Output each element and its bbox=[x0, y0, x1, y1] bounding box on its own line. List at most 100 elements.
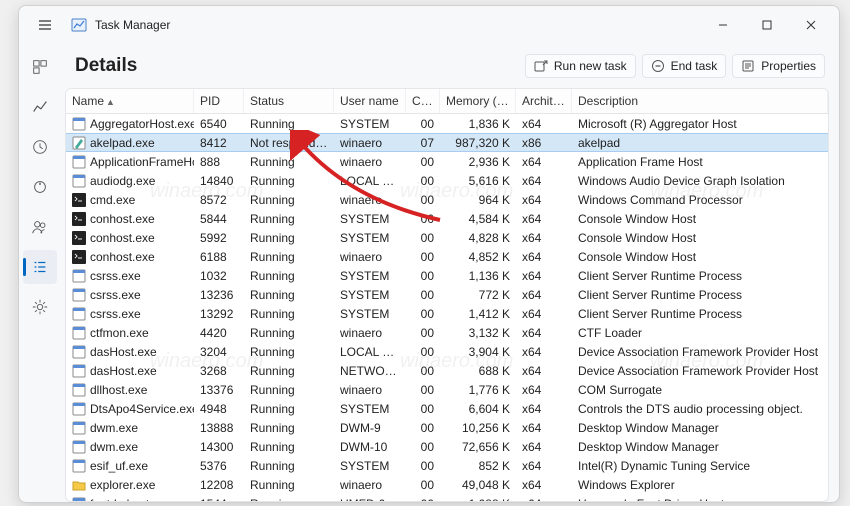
col-header-user[interactable]: User name bbox=[334, 89, 406, 113]
cell-description: Client Server Runtime Process bbox=[572, 287, 828, 303]
close-icon bbox=[805, 19, 817, 31]
cell-name: akelpad.exe bbox=[66, 135, 194, 151]
minimize-icon bbox=[717, 19, 729, 31]
sort-asc-icon: ▲ bbox=[106, 97, 115, 107]
cell-status: Running bbox=[244, 420, 334, 436]
cell-memory: 1,412 K bbox=[440, 306, 516, 322]
cell-description: Intel(R) Dynamic Tuning Service bbox=[572, 458, 828, 474]
cell-memory: 3,904 K bbox=[440, 344, 516, 360]
cell-memory: 72,656 K bbox=[440, 439, 516, 455]
col-header-status[interactable]: Status bbox=[244, 89, 334, 113]
table-row[interactable]: dasHost.exe3268RunningNETWORK...00688 Kx… bbox=[66, 361, 828, 380]
table-row[interactable]: dwm.exe14300RunningDWM-100072,656 Kx64De… bbox=[66, 437, 828, 456]
cell-arch: x64 bbox=[516, 306, 572, 322]
cell-cpu: 00 bbox=[406, 344, 440, 360]
col-header-name[interactable]: Name▲ bbox=[66, 89, 194, 113]
sidebar-performance[interactable] bbox=[23, 90, 57, 124]
cell-arch: x64 bbox=[516, 211, 572, 227]
cell-description: akelpad bbox=[572, 135, 828, 151]
cell-user: winaero bbox=[334, 382, 406, 398]
cell-status: Running bbox=[244, 249, 334, 265]
cell-description: Windows Command Processor bbox=[572, 192, 828, 208]
table-row[interactable]: cmd.exe8572Runningwinaero00964 Kx64Windo… bbox=[66, 190, 828, 209]
cell-name: csrss.exe bbox=[66, 306, 194, 322]
cell-memory: 772 K bbox=[440, 287, 516, 303]
cell-description: Desktop Window Manager bbox=[572, 420, 828, 436]
table-row[interactable]: AggregatorHost.exe6540RunningSYSTEM001,8… bbox=[66, 114, 828, 133]
cell-pid: 13236 bbox=[194, 287, 244, 303]
sidebar-startup[interactable] bbox=[23, 170, 57, 204]
table-row[interactable]: conhost.exe6188Runningwinaero004,852 Kx6… bbox=[66, 247, 828, 266]
cell-status: Running bbox=[244, 287, 334, 303]
cell-user: SYSTEM bbox=[334, 401, 406, 417]
table-row[interactable]: akelpad.exe8412Not respondingwinaero0798… bbox=[66, 133, 828, 152]
table-row[interactable]: DtsApo4Service.exe4948RunningSYSTEM006,6… bbox=[66, 399, 828, 418]
cell-pid: 14300 bbox=[194, 439, 244, 455]
cell-user: SYSTEM bbox=[334, 458, 406, 474]
cell-user: winaero bbox=[334, 192, 406, 208]
cell-user: SYSTEM bbox=[334, 287, 406, 303]
table-body[interactable]: AggregatorHost.exe6540RunningSYSTEM001,8… bbox=[66, 114, 828, 501]
sidebar-services[interactable] bbox=[23, 290, 57, 324]
end-task-button[interactable]: End task bbox=[642, 54, 727, 78]
cell-description: Device Association Framework Provider Ho… bbox=[572, 363, 828, 379]
table-row[interactable]: ctfmon.exe4420Runningwinaero003,132 Kx64… bbox=[66, 323, 828, 342]
hamburger-menu-button[interactable] bbox=[29, 9, 61, 41]
col-header-arch[interactable]: Archite... bbox=[516, 89, 572, 113]
cell-user: winaero bbox=[334, 154, 406, 170]
table-row[interactable]: audiodg.exe14840RunningLOCAL SE...005,61… bbox=[66, 171, 828, 190]
run-new-task-button[interactable]: Run new task bbox=[525, 54, 636, 78]
cell-name: ctfmon.exe bbox=[66, 325, 194, 341]
sidebar-processes[interactable] bbox=[23, 50, 57, 84]
maximize-button[interactable] bbox=[745, 9, 789, 41]
cell-description: Console Window Host bbox=[572, 249, 828, 265]
properties-button[interactable]: Properties bbox=[732, 54, 825, 78]
table-row[interactable]: csrss.exe13292RunningSYSTEM001,412 Kx64C… bbox=[66, 304, 828, 323]
table-row[interactable]: fontdrvhost.exe1544RunningUMFD-0001,088 … bbox=[66, 494, 828, 501]
sidebar-app-history[interactable] bbox=[23, 130, 57, 164]
cell-name: conhost.exe bbox=[66, 249, 194, 265]
cell-user: LOCAL SE... bbox=[334, 344, 406, 360]
cell-pid: 6540 bbox=[194, 116, 244, 132]
table-row[interactable]: dasHost.exe3204RunningLOCAL SE...003,904… bbox=[66, 342, 828, 361]
cell-status: Running bbox=[244, 382, 334, 398]
table-row[interactable]: csrss.exe13236RunningSYSTEM00772 Kx64Cli… bbox=[66, 285, 828, 304]
col-header-cpu[interactable]: CPU bbox=[406, 89, 440, 113]
table-row[interactable]: ApplicationFrameHo...888Runningwinaero00… bbox=[66, 152, 828, 171]
cell-cpu: 00 bbox=[406, 154, 440, 170]
close-button[interactable] bbox=[789, 9, 833, 41]
cell-pid: 13292 bbox=[194, 306, 244, 322]
page-title: Details bbox=[75, 55, 137, 77]
cell-name: dasHost.exe bbox=[66, 344, 194, 360]
cell-user: DWM-9 bbox=[334, 420, 406, 436]
cell-memory: 3,132 K bbox=[440, 325, 516, 341]
col-header-description[interactable]: Description bbox=[572, 89, 828, 113]
maximize-icon bbox=[761, 19, 773, 31]
cell-description: COM Surrogate bbox=[572, 382, 828, 398]
table-row[interactable]: conhost.exe5992RunningSYSTEM004,828 Kx64… bbox=[66, 228, 828, 247]
cell-name: dllhost.exe bbox=[66, 382, 194, 398]
details-icon bbox=[31, 258, 49, 276]
table-row[interactable]: esif_uf.exe5376RunningSYSTEM00852 Kx64In… bbox=[66, 456, 828, 475]
sidebar-users[interactable] bbox=[23, 210, 57, 244]
cell-name: esif_uf.exe bbox=[66, 458, 194, 474]
table-row[interactable]: conhost.exe5844RunningSYSTEM004,584 Kx64… bbox=[66, 209, 828, 228]
cell-name: conhost.exe bbox=[66, 230, 194, 246]
cell-cpu: 00 bbox=[406, 173, 440, 189]
table-row[interactable]: dwm.exe13888RunningDWM-90010,256 Kx64Des… bbox=[66, 418, 828, 437]
cell-memory: 4,584 K bbox=[440, 211, 516, 227]
col-header-pid[interactable]: PID bbox=[194, 89, 244, 113]
col-header-memory[interactable]: Memory (a... bbox=[440, 89, 516, 113]
cell-user: SYSTEM bbox=[334, 230, 406, 246]
cell-status: Running bbox=[244, 116, 334, 132]
cell-status: Not responding bbox=[244, 135, 334, 151]
table-row[interactable]: csrss.exe1032RunningSYSTEM001,136 Kx64Cl… bbox=[66, 266, 828, 285]
minimize-button[interactable] bbox=[701, 9, 745, 41]
cell-name: DtsApo4Service.exe bbox=[66, 401, 194, 417]
cell-cpu: 00 bbox=[406, 325, 440, 341]
sidebar-details[interactable] bbox=[23, 250, 57, 284]
cell-pid: 3268 bbox=[194, 363, 244, 379]
table-row[interactable]: dllhost.exe13376Runningwinaero001,776 Kx… bbox=[66, 380, 828, 399]
table-row[interactable]: explorer.exe12208Runningwinaero0049,048 … bbox=[66, 475, 828, 494]
cell-cpu: 00 bbox=[406, 477, 440, 493]
